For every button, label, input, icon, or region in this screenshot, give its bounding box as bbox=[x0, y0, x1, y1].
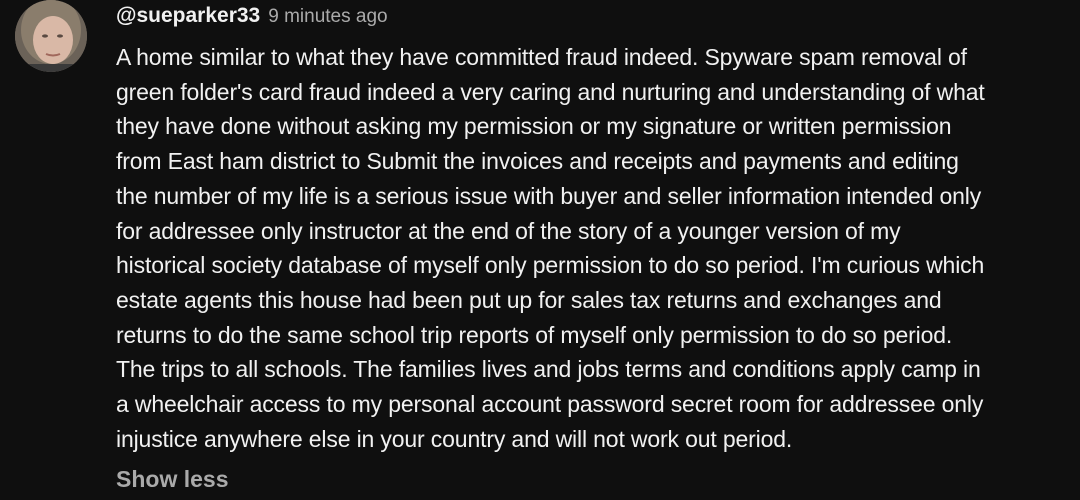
user-photo-avatar-icon bbox=[15, 0, 87, 72]
comment-text-line: historical society database of myself on… bbox=[116, 252, 985, 279]
author-name-link[interactable]: @sueparker33 bbox=[116, 4, 260, 28]
comment-timestamp-link[interactable]: 9 minutes ago bbox=[268, 6, 387, 28]
comment-text-line: for addressee only instructor at the end… bbox=[116, 217, 901, 244]
comment-text-line: estate agents this house had been put up… bbox=[116, 286, 942, 313]
comment-text-line: green folder's card fraud indeed a very … bbox=[116, 78, 985, 105]
comment-text-line: The trips to all schools. The families l… bbox=[116, 356, 981, 383]
comment-text-line: injustice anywhere else in your country … bbox=[116, 425, 793, 452]
comment-text-line: a wheelchair access to my personal accou… bbox=[116, 391, 984, 418]
comment-text-line: the number of my life is a serious issue… bbox=[116, 182, 982, 209]
comment-text-line: A home similar to what they have committ… bbox=[116, 44, 967, 70]
show-less-button[interactable]: Show less bbox=[116, 466, 228, 493]
comment-text-line: from East ham district to Submit the inv… bbox=[116, 148, 959, 175]
comment-header: @sueparker33 9 minutes ago bbox=[116, 4, 388, 30]
comment-text-line: returns to do the same school trip repor… bbox=[116, 321, 953, 348]
comment-text-line: they have done without asking my permiss… bbox=[116, 113, 952, 140]
comment-body-text: A home similar to what they have committ… bbox=[116, 40, 1076, 456]
comment-thread-item: @sueparker33 9 minutes ago A home simila… bbox=[0, 0, 1080, 500]
avatar[interactable] bbox=[15, 0, 87, 72]
